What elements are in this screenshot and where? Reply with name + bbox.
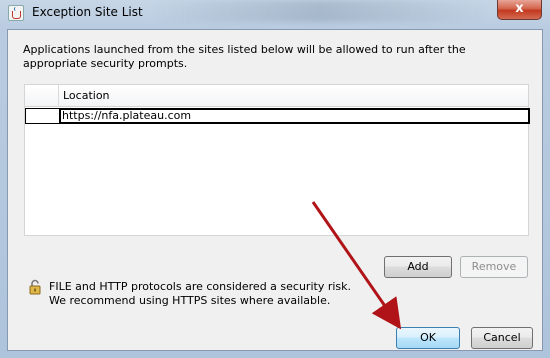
table-row[interactable]: https://nfa.plateau.com <box>25 108 530 124</box>
java-icon <box>8 5 24 21</box>
dialog-body: Applications launched from the sites lis… <box>7 29 543 351</box>
close-button[interactable]: x <box>497 0 542 20</box>
ok-button[interactable]: OK <box>396 327 460 349</box>
cancel-button[interactable]: Cancel <box>471 327 533 349</box>
row-index-cell[interactable] <box>25 108 59 124</box>
security-warning-line-2: We recommend using HTTPS sites where ava… <box>49 294 331 307</box>
window-title: Exception Site List <box>32 5 143 19</box>
security-warning-line-1: FILE and HTTP protocols are considered a… <box>49 280 352 293</box>
title-bar[interactable]: Exception Site List x <box>0 0 550 28</box>
site-list-table: Location https://nfa.plateau.com <box>24 84 530 236</box>
table-header: Location <box>25 85 528 107</box>
description-text: Applications launched from the sites lis… <box>23 43 466 70</box>
add-button[interactable]: Add <box>384 256 452 278</box>
exception-site-list-window: Exception Site List x Applications launc… <box>0 0 550 358</box>
security-warning: FILE and HTTP protocols are considered a… <box>49 280 351 308</box>
location-column-header[interactable]: Location <box>63 89 110 102</box>
location-input[interactable]: https://nfa.plateau.com <box>59 108 530 124</box>
index-column-header[interactable] <box>25 85 59 106</box>
lock-icon <box>29 279 41 295</box>
remove-button[interactable]: Remove <box>460 256 528 278</box>
